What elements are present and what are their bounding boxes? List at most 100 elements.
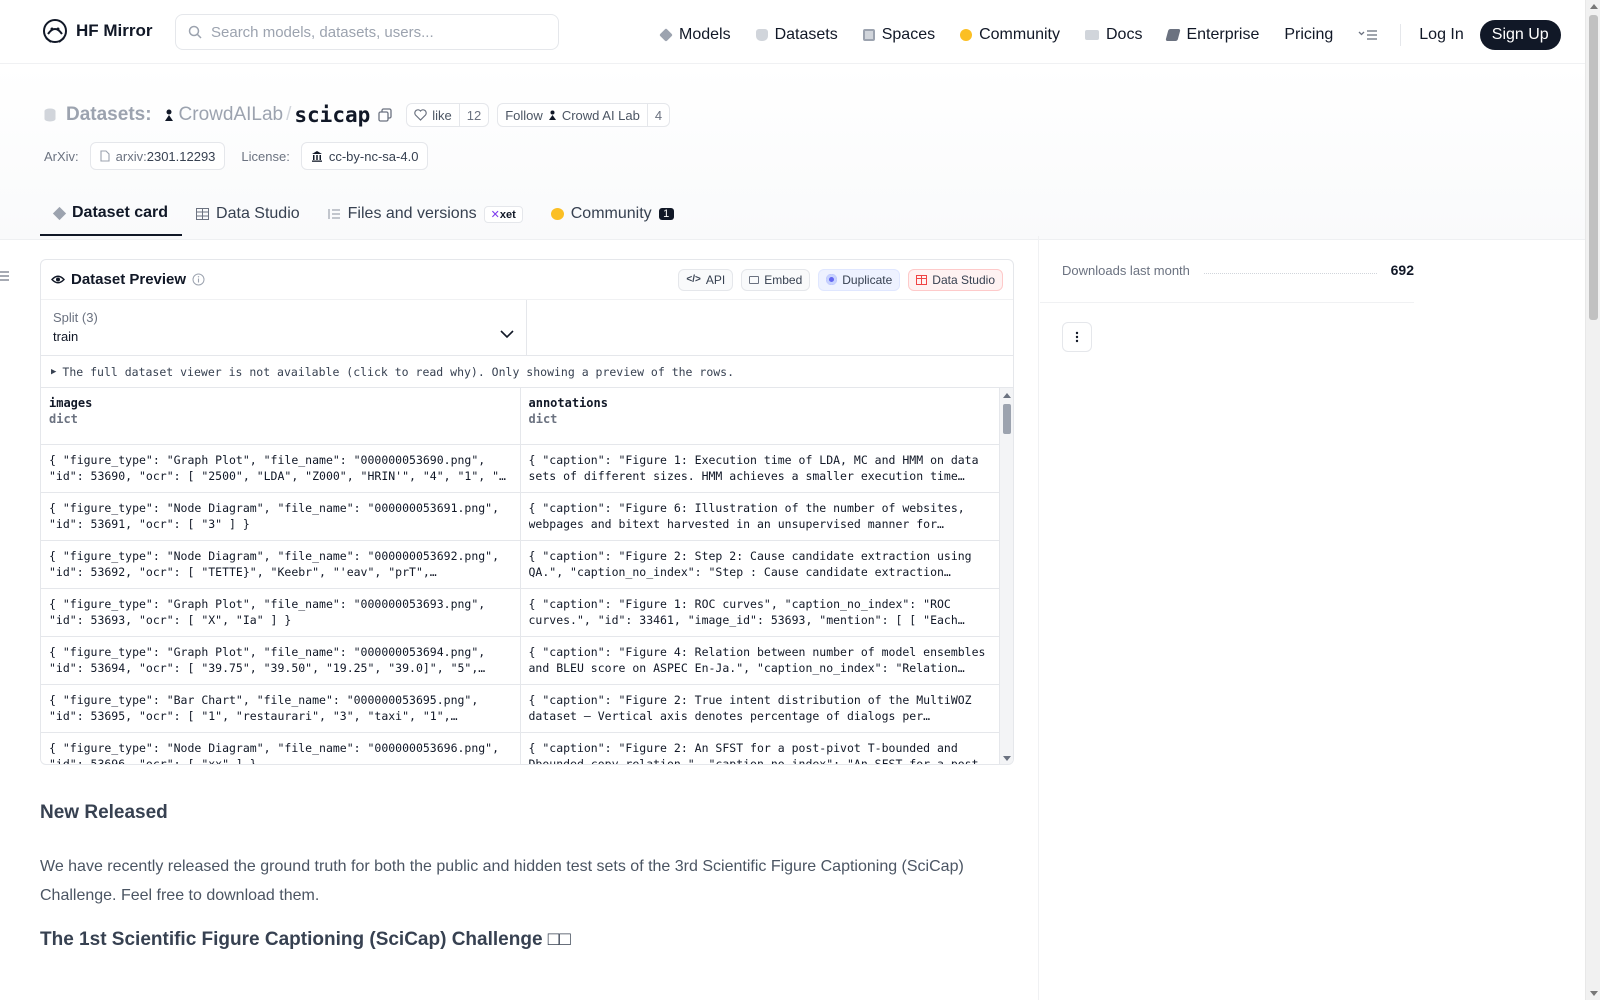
follow-button[interactable]: Follow Crowd AI Lab 4 [497,103,671,127]
nav-models-link[interactable]: Models [659,26,731,44]
table-row[interactable]: { "figure_type": "Node Diagram", "file_n… [41,492,1001,541]
spaces-icon [862,29,875,41]
tab-community-label: Community [570,205,652,222]
data-studio-icon [916,274,928,285]
copy-icon[interactable] [378,108,392,122]
preview-table: images dict annotations dict { "figure_t… [41,388,1001,764]
license-tag[interactable]: cc-by-nc-sa-4.0 [300,142,429,170]
column-type: dict [49,412,78,426]
column-header[interactable]: annotations dict [520,388,1001,445]
table-cell: { "figure_type": "Node Diagram", "file_n… [41,732,521,764]
files-icon [328,209,340,219]
repo-title-row: Datasets: CrowdAILab / scicap like 12 Fo… [44,103,678,127]
page-scroll-down-icon[interactable] [1590,991,1598,996]
page-scroll-thumb[interactable] [1589,15,1598,320]
cell-text: { "figure_type": "Graph Plot", "file_nam… [49,596,486,627]
login-link[interactable]: Log In [1419,26,1463,44]
cell-text: { "figure_type": "Node Diagram", "file_n… [49,548,500,579]
tab-dataset-card[interactable]: Dataset card [40,192,183,236]
nav-docs-link[interactable]: Docs [1085,26,1142,44]
api-label: API [705,272,726,287]
license-label: License: [241,148,290,164]
search-input[interactable] [211,23,541,41]
viewer-notice[interactable]: ▶ The full dataset viewer is not availab… [41,356,1013,388]
arxiv-tag[interactable]: arxiv:2301.12293 [89,142,226,170]
nav-spaces-label: Spaces [881,26,936,43]
more-options-button[interactable] [1062,322,1092,352]
community-count-badge: 1 [658,208,674,220]
duplicate-label: Duplicate [842,272,893,287]
api-button[interactable]: </> API [678,268,734,291]
like-button[interactable]: like 12 [406,103,490,127]
chevron-down-icon [500,330,514,339]
column-name: annotations [528,396,608,410]
split-value: train [53,329,79,344]
preview-title: Dataset Preview [51,271,205,288]
arxiv-id: 2301.12293 [146,148,216,164]
database-icon [44,108,56,122]
repo-name-link[interactable]: scicap [294,103,370,127]
table-scrollbar[interactable] [999,388,1013,764]
cell-text: { "figure_type": "Graph Plot", "file_nam… [49,452,506,483]
enterprise-icon [1165,29,1182,41]
scroll-up-icon[interactable] [1003,393,1011,398]
signup-button[interactable]: Sign Up [1479,20,1561,50]
column-header[interactable]: images dict [41,388,521,445]
table-row[interactable]: { "figure_type": "Bar Chart", "file_name… [41,684,1001,733]
like-segment: like [407,104,459,126]
page-scrollbar[interactable] [1585,0,1600,1000]
tab-dataset-card-label: Dataset card [72,204,169,221]
repo-org-link[interactable]: CrowdAILab [179,104,284,126]
nav-enterprise-link[interactable]: Enterprise [1165,26,1260,44]
tab-data-studio-label: Data Studio [216,205,300,222]
repo-meta-row: ArXiv: arxiv:2301.12293 License: cc-by-n… [44,142,429,170]
table-cell: { "caption": "Figure 1: Execution time o… [520,444,1001,493]
more-menu-button[interactable] [1358,29,1378,41]
tab-files-and-versions[interactable]: Files and versions ✕xet [314,192,537,236]
eye-icon [51,275,65,284]
table-cell: { "figure_type": "Graph Plot", "file_nam… [41,588,521,637]
table-cell: { "figure_type": "Graph Plot", "file_nam… [41,444,521,493]
nav-links: Models Datasets Spaces Community Docs En… [659,20,1561,50]
info-icon[interactable] [192,273,205,286]
org-avatar-small-icon [548,110,556,120]
table-row[interactable]: { "figure_type": "Node Diagram", "file_n… [41,540,1001,589]
arxiv-prefix: arxiv: [115,148,147,164]
table-row[interactable]: { "figure_type": "Graph Plot", "file_nam… [41,444,1001,493]
nav-spaces-link[interactable]: Spaces [862,26,936,44]
cell-text: { "caption": "Figure 2: True intent dist… [528,692,972,723]
community-tab-icon [550,208,564,220]
code-icon: </> [686,274,701,285]
top-navbar: HF Mirror Models Datasets Spaces Communi… [0,0,1585,64]
models-icon [659,28,673,42]
nav-enterprise-label: Enterprise [1186,26,1260,43]
table-icon [196,208,210,220]
nav-community-link[interactable]: Community [960,26,1060,44]
nav-pricing-link[interactable]: Pricing [1284,26,1333,44]
table-cell: { "caption": "Figure 6: Illustration of … [520,492,1001,541]
xet-label: xet [499,208,516,221]
split-row: Split (3) train [41,300,1013,356]
duplicate-button[interactable]: Duplicate [818,268,901,291]
data-studio-button[interactable]: Data Studio [908,268,1003,291]
table-cell: { "caption": "Figure 2: Step 2: Cause ca… [520,540,1001,589]
tab-community[interactable]: Community 1 [537,192,688,236]
table-scroll-thumb[interactable] [1003,404,1011,434]
repo-type-label: Datasets: [66,104,152,125]
nav-datasets-link[interactable]: Datasets [755,26,838,44]
scroll-down-icon[interactable] [1003,756,1011,761]
table-row[interactable]: { "figure_type": "Node Diagram", "file_n… [41,732,1001,764]
viewer-notice-text: The full dataset viewer is not available… [62,364,735,379]
toc-toggle-icon[interactable] [0,270,10,282]
home-logo-link[interactable]: HF Mirror [42,18,153,44]
page-scroll-up-icon[interactable] [1590,4,1598,9]
split-select[interactable]: Split (3) train [41,300,527,355]
cell-text: { "figure_type": "Graph Plot", "file_nam… [49,644,486,675]
column-name: images [49,396,93,410]
table-row[interactable]: { "figure_type": "Graph Plot", "file_nam… [41,636,1001,685]
search-box[interactable] [175,14,559,50]
embed-button[interactable]: Embed [741,268,811,291]
tab-data-studio[interactable]: Data Studio [182,192,314,236]
org-avatar-icon [164,109,173,121]
table-row[interactable]: { "figure_type": "Graph Plot", "file_nam… [41,588,1001,637]
